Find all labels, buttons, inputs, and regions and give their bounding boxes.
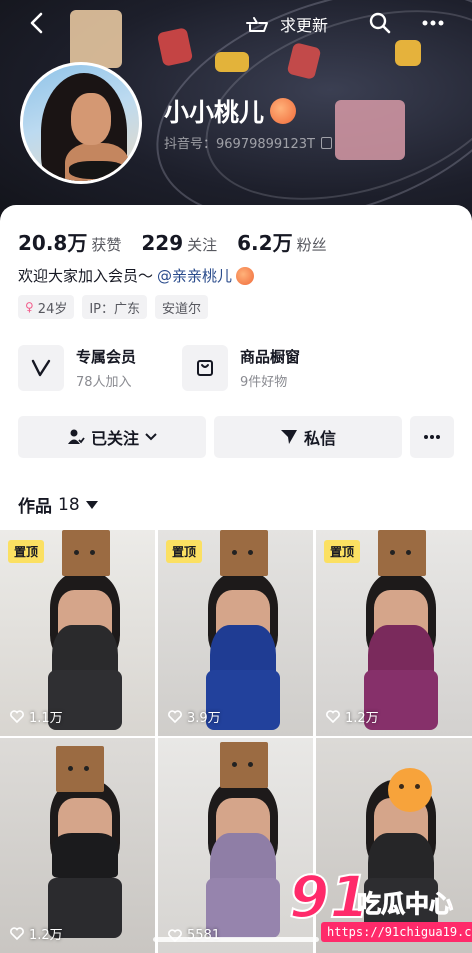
feature-subtitle: 78人加入 xyxy=(76,375,132,390)
request-update-button[interactable]: 求更新 xyxy=(280,12,328,36)
shop-window-entry[interactable]: 商品橱窗 9件好物 xyxy=(182,345,300,391)
bio: 欢迎大家加入会员～ @亲亲桃儿 xyxy=(18,265,255,286)
more-icon xyxy=(423,434,441,440)
home-indicator xyxy=(153,937,319,942)
feature-title: 专属会员 xyxy=(76,348,137,366)
like-count: 1.2万 xyxy=(10,924,63,943)
stat-label: 粉丝 xyxy=(296,236,327,254)
stats-row: 20.8万 获赞 229 关注 6.2万 粉丝 xyxy=(18,227,327,256)
video-tile[interactable]: 1.2万 xyxy=(0,738,155,953)
shopping-bag-icon xyxy=(182,345,228,391)
stat-value: 20.8万 xyxy=(18,231,88,255)
stat-value: 229 xyxy=(141,231,184,255)
works-label: 作品 xyxy=(18,497,52,517)
like-count-text: 1.2万 xyxy=(345,711,379,726)
pinned-badge: 置顶 xyxy=(166,540,203,563)
stat-value: 6.2万 xyxy=(237,231,293,255)
followed-button[interactable]: 已关注 xyxy=(18,416,206,458)
membership-entry[interactable]: 专属会员 78人加入 xyxy=(18,345,136,391)
banner-decoration xyxy=(335,100,405,160)
message-label: 私信 xyxy=(303,429,336,448)
vip-v-icon xyxy=(18,345,64,391)
user-check-icon xyxy=(67,428,85,446)
like-count-text: 1.2万 xyxy=(29,928,63,943)
douyin-id-text: 抖音号：96979899123T xyxy=(164,137,315,152)
caret-down-icon xyxy=(85,500,98,509)
peach-icon xyxy=(270,98,297,124)
heart-icon xyxy=(326,710,340,723)
tag-location: 安道尔 xyxy=(155,295,209,319)
profile-card: 20.8万 获赞 229 关注 6.2万 粉丝 欢迎大家加入会员～ @亲亲桃儿 ♀ 2… xyxy=(0,205,472,530)
female-icon: ♀ xyxy=(25,300,34,314)
heart-icon xyxy=(10,710,24,723)
tag-age-text: 24岁 xyxy=(37,301,68,317)
emoji-face-mask xyxy=(388,768,432,812)
like-count: 1.2万 xyxy=(326,707,379,726)
pinned-badge: 置顶 xyxy=(324,540,361,563)
more-icon[interactable] xyxy=(420,11,446,35)
stat-following[interactable]: 229 关注 xyxy=(141,231,217,255)
video-tile[interactable]: 置顶 1.1万 xyxy=(0,530,155,736)
nickname-text: 小小桃儿 xyxy=(164,98,265,127)
stat-label: 关注 xyxy=(187,236,218,254)
bio-text: 欢迎大家加入会员～ xyxy=(18,267,154,285)
heart-icon xyxy=(168,710,182,723)
like-count-text: 3.9万 xyxy=(187,711,221,726)
video-tile[interactable]: 置顶 3.9万 xyxy=(158,530,313,736)
pinned-badge: 置顶 xyxy=(8,540,45,563)
copy-icon[interactable] xyxy=(320,136,332,149)
heart-icon xyxy=(10,927,24,940)
mention-link[interactable]: @亲亲桃儿 xyxy=(157,265,232,286)
watermark-url: https://91chigua19.com xyxy=(321,922,472,942)
message-button[interactable]: 私信 xyxy=(214,416,402,458)
hand-wave-icon[interactable] xyxy=(244,11,272,35)
feature-title: 商品橱窗 xyxy=(240,348,301,366)
chevron-down-icon xyxy=(145,432,157,442)
video-tile[interactable]: 置顶 1.2万 xyxy=(316,530,472,736)
box-head-mask xyxy=(56,746,104,792)
box-head-mask xyxy=(378,530,426,576)
more-actions-button[interactable] xyxy=(410,416,454,458)
like-count: 1.1万 xyxy=(10,707,63,726)
search-icon[interactable] xyxy=(368,11,392,35)
tag-age: ♀ 24岁 xyxy=(18,295,75,319)
tag-ip: IP：广东 xyxy=(82,295,148,319)
peach-icon xyxy=(236,266,255,285)
douyin-id[interactable]: 抖音号：96979899123T xyxy=(164,133,332,152)
stat-followers[interactable]: 6.2万 粉丝 xyxy=(237,227,326,256)
works-count: 18 xyxy=(58,494,80,515)
works-tab[interactable]: 作品 18 xyxy=(18,492,98,517)
top-bar: 求更新 xyxy=(0,0,472,46)
avatar[interactable] xyxy=(20,62,142,184)
stat-label: 获赞 xyxy=(91,236,122,254)
watermark: 91 吃瓜中心 https://91chigua19.com xyxy=(285,867,472,948)
feature-subtitle: 9件好物 xyxy=(240,375,288,390)
stat-likes[interactable]: 20.8万 获赞 xyxy=(18,227,121,256)
profile-nickname: 小小桃儿 xyxy=(164,93,297,129)
back-icon[interactable] xyxy=(24,10,50,36)
like-count: 3.9万 xyxy=(168,707,221,726)
box-head-mask xyxy=(62,530,110,576)
profile-tags: ♀ 24岁 IP：广东 安道尔 xyxy=(18,295,209,319)
like-count-text: 1.1万 xyxy=(29,711,63,726)
box-head-mask xyxy=(220,530,268,576)
followed-label: 已关注 xyxy=(90,429,139,448)
banner-decoration xyxy=(215,52,249,72)
watermark-brand: 吃瓜中心 xyxy=(357,890,454,919)
box-head-mask xyxy=(220,742,268,788)
send-icon xyxy=(280,429,298,445)
